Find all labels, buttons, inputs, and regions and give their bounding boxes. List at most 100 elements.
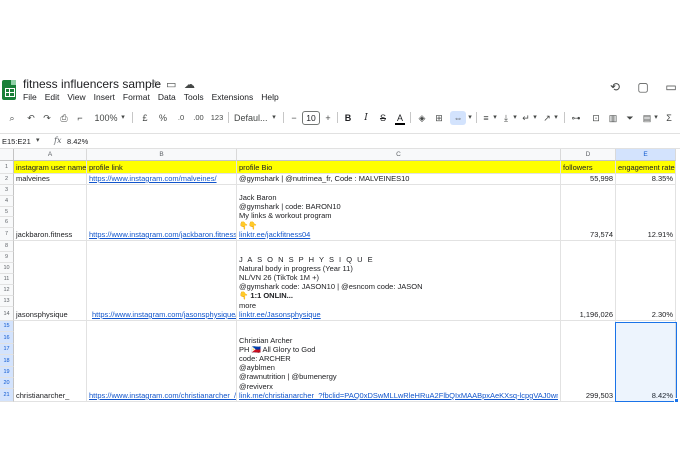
search-menus-icon[interactable]: ⌕ bbox=[6, 111, 18, 125]
bio-link[interactable]: linktr.ee/jackfitness04 bbox=[239, 230, 558, 239]
row-header-10[interactable]: 10 bbox=[0, 263, 14, 274]
zoom-dropdown-icon[interactable]: ▾ bbox=[119, 111, 127, 125]
row-header-9[interactable]: 9 bbox=[0, 252, 14, 263]
column-header-a[interactable]: A bbox=[14, 149, 87, 161]
column-header-e[interactable]: E bbox=[616, 149, 676, 161]
meet-icon[interactable]: ▭ bbox=[664, 80, 678, 94]
decrease-font-size-icon[interactable]: − bbox=[289, 111, 299, 125]
table-row-jackbaron-link[interactable]: https://www.instagram.com/jackbaron.fitn… bbox=[87, 185, 237, 241]
table-row-jackbaron-username[interactable]: jackbaron.fitness bbox=[14, 185, 87, 241]
merge-cells-icon[interactable]: ⇔ bbox=[450, 111, 466, 125]
bold-button[interactable]: B bbox=[343, 111, 353, 125]
table-row-jasonsphysique-bio[interactable]: J A S O N S P H Y S I Q U E Natural body… bbox=[237, 241, 561, 321]
cloud-status-icon[interactable]: ☁ bbox=[184, 78, 195, 91]
decrease-decimal-button[interactable]: .0 bbox=[175, 111, 187, 125]
insert-link-icon[interactable]: ⊶ bbox=[570, 111, 582, 125]
row-header-21[interactable]: 21 bbox=[0, 389, 14, 402]
print-icon[interactable]: ⎙ bbox=[58, 111, 70, 125]
row-header-5[interactable]: 5 bbox=[0, 207, 14, 217]
move-folder-icon[interactable]: ▭ bbox=[166, 78, 176, 91]
row-header-19[interactable]: 19 bbox=[0, 367, 14, 378]
menu-insert[interactable]: Insert bbox=[94, 92, 115, 104]
table-row-malveines-engagement[interactable]: 8.35% bbox=[616, 174, 676, 185]
row-header-7[interactable]: 7 bbox=[0, 228, 14, 241]
star-icon[interactable]: ☆ bbox=[150, 78, 160, 91]
row-header-8[interactable]: 8 bbox=[0, 241, 14, 252]
filter-icon[interactable]: ⏷ bbox=[624, 111, 636, 125]
redo-icon[interactable]: ↷ bbox=[41, 111, 53, 125]
table-row-malveines-bio[interactable]: @gymshark | @nutrimea_fr, Code : MALVEIN… bbox=[237, 174, 561, 185]
insert-chart-icon[interactable]: ▥ bbox=[607, 111, 619, 125]
row-header-13[interactable]: 13 bbox=[0, 296, 14, 307]
filter-views-dropdown-icon[interactable]: ▾ bbox=[652, 111, 660, 125]
table-row-christianarcher-bio[interactable]: Christian Archer PH 🇵🇭 All Glory to God … bbox=[237, 321, 561, 402]
row-header-17[interactable]: 17 bbox=[0, 344, 14, 355]
version-history-icon[interactable]: ⟲ bbox=[608, 80, 622, 94]
font-select[interactable]: Defaul... bbox=[234, 111, 268, 125]
fill-handle[interactable] bbox=[674, 398, 679, 403]
profile-link[interactable]: https://www.instagram.com/jasonsphysique… bbox=[92, 310, 236, 319]
table-row-malveines-followers[interactable]: 55,998 bbox=[561, 174, 616, 185]
row-header-18[interactable]: 18 bbox=[0, 355, 14, 367]
merge-dropdown-icon[interactable]: ▾ bbox=[466, 111, 474, 125]
table-row-jackbaron-followers[interactable]: 73,574 bbox=[561, 185, 616, 241]
table-row-jasonsphysique-username[interactable]: jasonsphysique bbox=[14, 241, 87, 321]
table-row-christianarcher-username[interactable]: christianarcher_ bbox=[14, 321, 87, 402]
sheets-logo-icon[interactable] bbox=[2, 80, 16, 100]
row-header-15[interactable]: 15 bbox=[0, 321, 14, 332]
increase-decimal-button[interactable]: .00 bbox=[191, 111, 206, 125]
fill-color-icon[interactable]: ◈ bbox=[416, 111, 428, 125]
borders-icon[interactable]: ⊞ bbox=[433, 111, 445, 125]
column-header-d[interactable]: D bbox=[561, 149, 616, 161]
profile-link[interactable]: https://www.instagram.com/christianarche… bbox=[89, 391, 236, 400]
row-header-20[interactable]: 20 bbox=[0, 378, 14, 389]
menu-tools[interactable]: Tools bbox=[184, 92, 204, 104]
row-header-3[interactable]: 3 bbox=[0, 185, 14, 196]
row-header-6[interactable]: 6 bbox=[0, 217, 14, 228]
bio-link[interactable]: link.me/christianarcher_?fbclid=PAQ0xDSw… bbox=[239, 391, 558, 400]
table-row-christianarcher-link[interactable]: https://www.instagram.com/christianarche… bbox=[87, 321, 237, 402]
text-rotation-dropdown-icon[interactable]: ▾ bbox=[552, 111, 560, 125]
table-row-jackbaron-engagement[interactable]: 12.91% bbox=[616, 185, 676, 241]
table-row-christianarcher-engagement[interactable]: 8.42% bbox=[616, 321, 676, 402]
row-header-12[interactable]: 12 bbox=[0, 285, 14, 296]
header-cell-username[interactable]: instagram user name bbox=[14, 161, 87, 174]
more-formats-button[interactable]: 123 bbox=[210, 111, 224, 125]
menu-view[interactable]: View bbox=[67, 92, 85, 104]
table-row-jasonsphysique-engagement[interactable]: 2.30% bbox=[616, 241, 676, 321]
header-cell-profile-bio[interactable]: profile Bio bbox=[237, 161, 561, 174]
font-size-input[interactable]: 10 bbox=[302, 111, 320, 125]
header-cell-followers[interactable]: followers bbox=[561, 161, 616, 174]
paint-format-icon[interactable]: ⌐ bbox=[74, 111, 86, 125]
name-box[interactable]: E15:E21 bbox=[2, 137, 31, 146]
header-cell-profile-link[interactable]: profile link bbox=[87, 161, 237, 174]
profile-link[interactable]: https://www.instagram.com/malveines/ bbox=[89, 174, 234, 183]
currency-format-button[interactable]: £ bbox=[140, 111, 150, 125]
table-row-jasonsphysique-followers[interactable]: 1,196,026 bbox=[561, 241, 616, 321]
italic-button[interactable]: I bbox=[361, 111, 371, 125]
profile-link[interactable]: https://www.instagram.com/jackbaron.fitn… bbox=[89, 230, 236, 239]
table-row-malveines-username[interactable]: malveines bbox=[14, 174, 87, 185]
menu-edit[interactable]: Edit bbox=[45, 92, 60, 104]
formula-input[interactable]: 8.42% bbox=[67, 137, 88, 146]
row-header-16[interactable]: 16 bbox=[0, 332, 14, 344]
column-header-c[interactable]: C bbox=[237, 149, 561, 161]
row-header-11[interactable]: 11 bbox=[0, 274, 14, 285]
row-header-14[interactable]: 14 bbox=[0, 307, 14, 321]
select-all-corner[interactable] bbox=[0, 149, 14, 161]
text-color-button[interactable]: A bbox=[395, 111, 405, 125]
menu-help[interactable]: Help bbox=[261, 92, 278, 104]
menu-file[interactable]: File bbox=[23, 92, 37, 104]
document-title[interactable]: fitness influencers sample bbox=[23, 77, 161, 91]
header-cell-engagement[interactable]: engagement rate bbox=[616, 161, 676, 174]
text-wrapping-dropdown-icon[interactable]: ▾ bbox=[531, 111, 539, 125]
row-header-4[interactable]: 4 bbox=[0, 196, 14, 207]
bio-link[interactable]: linktr.ee/Jasonsphysique bbox=[239, 310, 558, 319]
insert-comment-icon[interactable]: ⊡ bbox=[590, 111, 602, 125]
undo-icon[interactable]: ↶ bbox=[25, 111, 37, 125]
menu-data[interactable]: Data bbox=[158, 92, 176, 104]
table-row-jackbaron-bio[interactable]: Jack Baron @gymshark | code: BARON10 My … bbox=[237, 185, 561, 241]
row-header-2[interactable]: 2 bbox=[0, 174, 14, 185]
font-dropdown-icon[interactable]: ▾ bbox=[270, 111, 278, 125]
table-row-malveines-link[interactable]: https://www.instagram.com/malveines/ bbox=[87, 174, 237, 185]
